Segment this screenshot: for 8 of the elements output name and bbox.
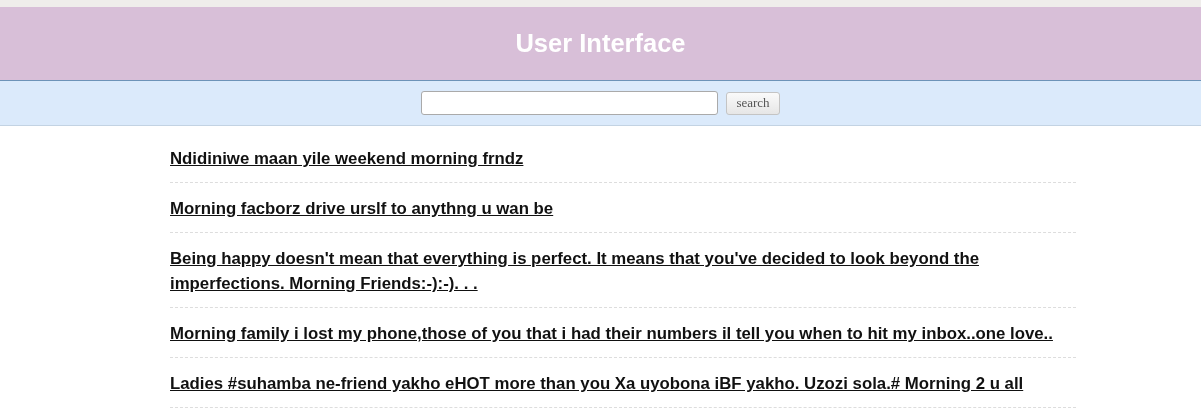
post-link[interactable]: Being happy doesn't mean that everything is perfect. It means that you've decided to look beyond the imperfections. Morning Friends:-):-). . . bbox=[170, 246, 1076, 296]
post-link[interactable]: Ndidiniwe maan yile weekend morning frndz bbox=[170, 146, 524, 171]
post-link[interactable]: Morning family i lost my phone,those of you that i had their numbers il tell you when to hit my inbox..one love.. bbox=[170, 321, 1053, 346]
search-button[interactable]: search bbox=[726, 91, 780, 115]
search-field[interactable] bbox=[421, 91, 719, 115]
post-link[interactable]: Ladies #suhamba ne-friend yakho eHOT more than you Xa uyobona iBF yakho. Uzozi sola.# Morning 2 u all bbox=[170, 371, 1024, 396]
post-link[interactable]: Morning facborz drive urslf to anythng u wan be bbox=[170, 196, 554, 221]
page-title: User Interface bbox=[515, 29, 686, 58]
